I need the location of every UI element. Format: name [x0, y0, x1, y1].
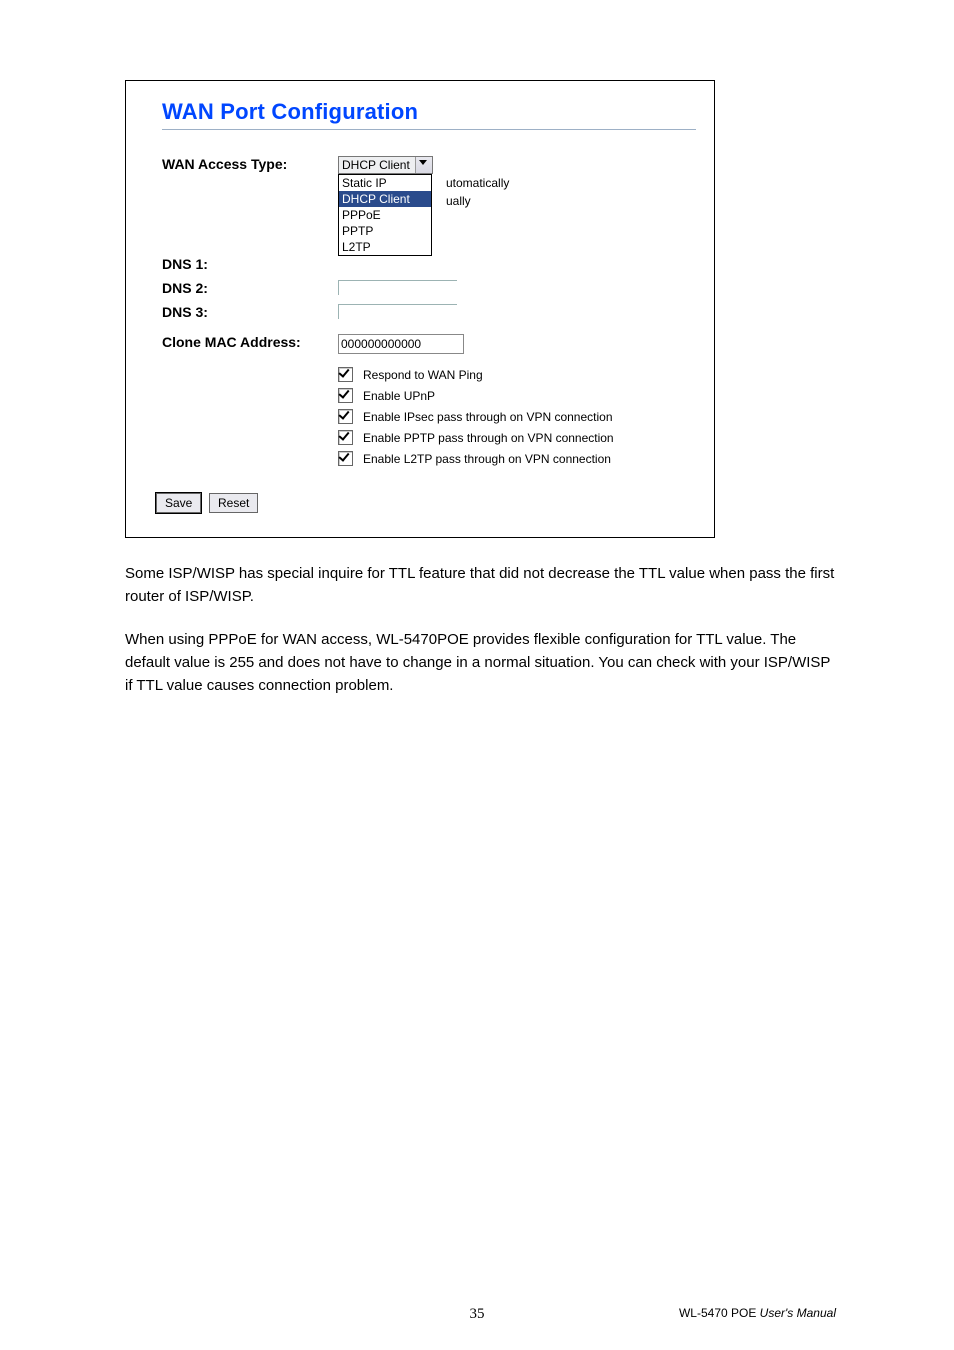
footer-product: WL-5470 POE [679, 1306, 756, 1320]
wan-access-type-label: WAN Access Type: [162, 152, 338, 256]
enable-ipsec-checkbox[interactable] [338, 409, 353, 424]
dns1-label: DNS 1: [162, 256, 338, 276]
enable-ipsec-label: Enable IPsec pass through on VPN connect… [363, 410, 613, 424]
respond-wan-ping-checkbox[interactable] [338, 367, 353, 382]
dns3-input[interactable] [338, 304, 457, 319]
wan-config-panel: WAN Port Configuration WAN Access Type: … [125, 80, 715, 538]
save-button[interactable]: Save [156, 493, 201, 513]
wan-access-type-select[interactable]: DHCP Client [338, 156, 433, 174]
dropdown-arrow-icon[interactable] [415, 157, 432, 173]
enable-l2tp-label: Enable L2TP pass through on VPN connecti… [363, 452, 611, 466]
enable-upnp-checkbox[interactable] [338, 388, 353, 403]
reset-button[interactable]: Reset [209, 493, 258, 513]
wan-access-type-selected: DHCP Client [342, 158, 410, 172]
footer-product-doc: WL-5470 POE User's Manual [679, 1306, 836, 1320]
clone-mac-input[interactable] [338, 334, 464, 354]
option-l2tp[interactable]: L2TP [339, 239, 431, 255]
wan-access-type-dropdown[interactable]: Static IP DHCP Client PPPoE PPTP L2TP [338, 174, 432, 256]
option-static-ip[interactable]: Static IP [339, 175, 431, 191]
enable-pptp-checkbox[interactable] [338, 430, 353, 445]
option-dhcp-client[interactable]: DHCP Client [339, 191, 431, 207]
dns-auto-fragment: utomatically [446, 174, 509, 192]
option-pppoe[interactable]: PPPoE [339, 207, 431, 223]
panel-divider [162, 129, 696, 130]
dns3-label: DNS 3: [162, 300, 338, 324]
dns-manual-fragment: ually [446, 192, 509, 210]
option-pptp[interactable]: PPTP [339, 223, 431, 239]
dns-mode-radios-obscured: utomatically ually [446, 174, 509, 210]
respond-wan-ping-label: Respond to WAN Ping [363, 368, 483, 382]
enable-upnp-label: Enable UPnP [363, 389, 435, 403]
dns2-input[interactable] [338, 280, 457, 295]
dns2-label: DNS 2: [162, 276, 338, 300]
panel-title: WAN Port Configuration [162, 99, 696, 125]
enable-pptp-label: Enable PPTP pass through on VPN connecti… [363, 431, 614, 445]
footer-doc: User's Manual [756, 1306, 836, 1320]
enable-l2tp-checkbox[interactable] [338, 451, 353, 466]
paragraph-ttl-2: When using PPPoE for WAN access, WL-5470… [125, 628, 835, 697]
paragraph-ttl-1: Some ISP/WISP has special inquire for TT… [125, 562, 835, 608]
clone-mac-label: Clone MAC Address: [162, 324, 338, 358]
